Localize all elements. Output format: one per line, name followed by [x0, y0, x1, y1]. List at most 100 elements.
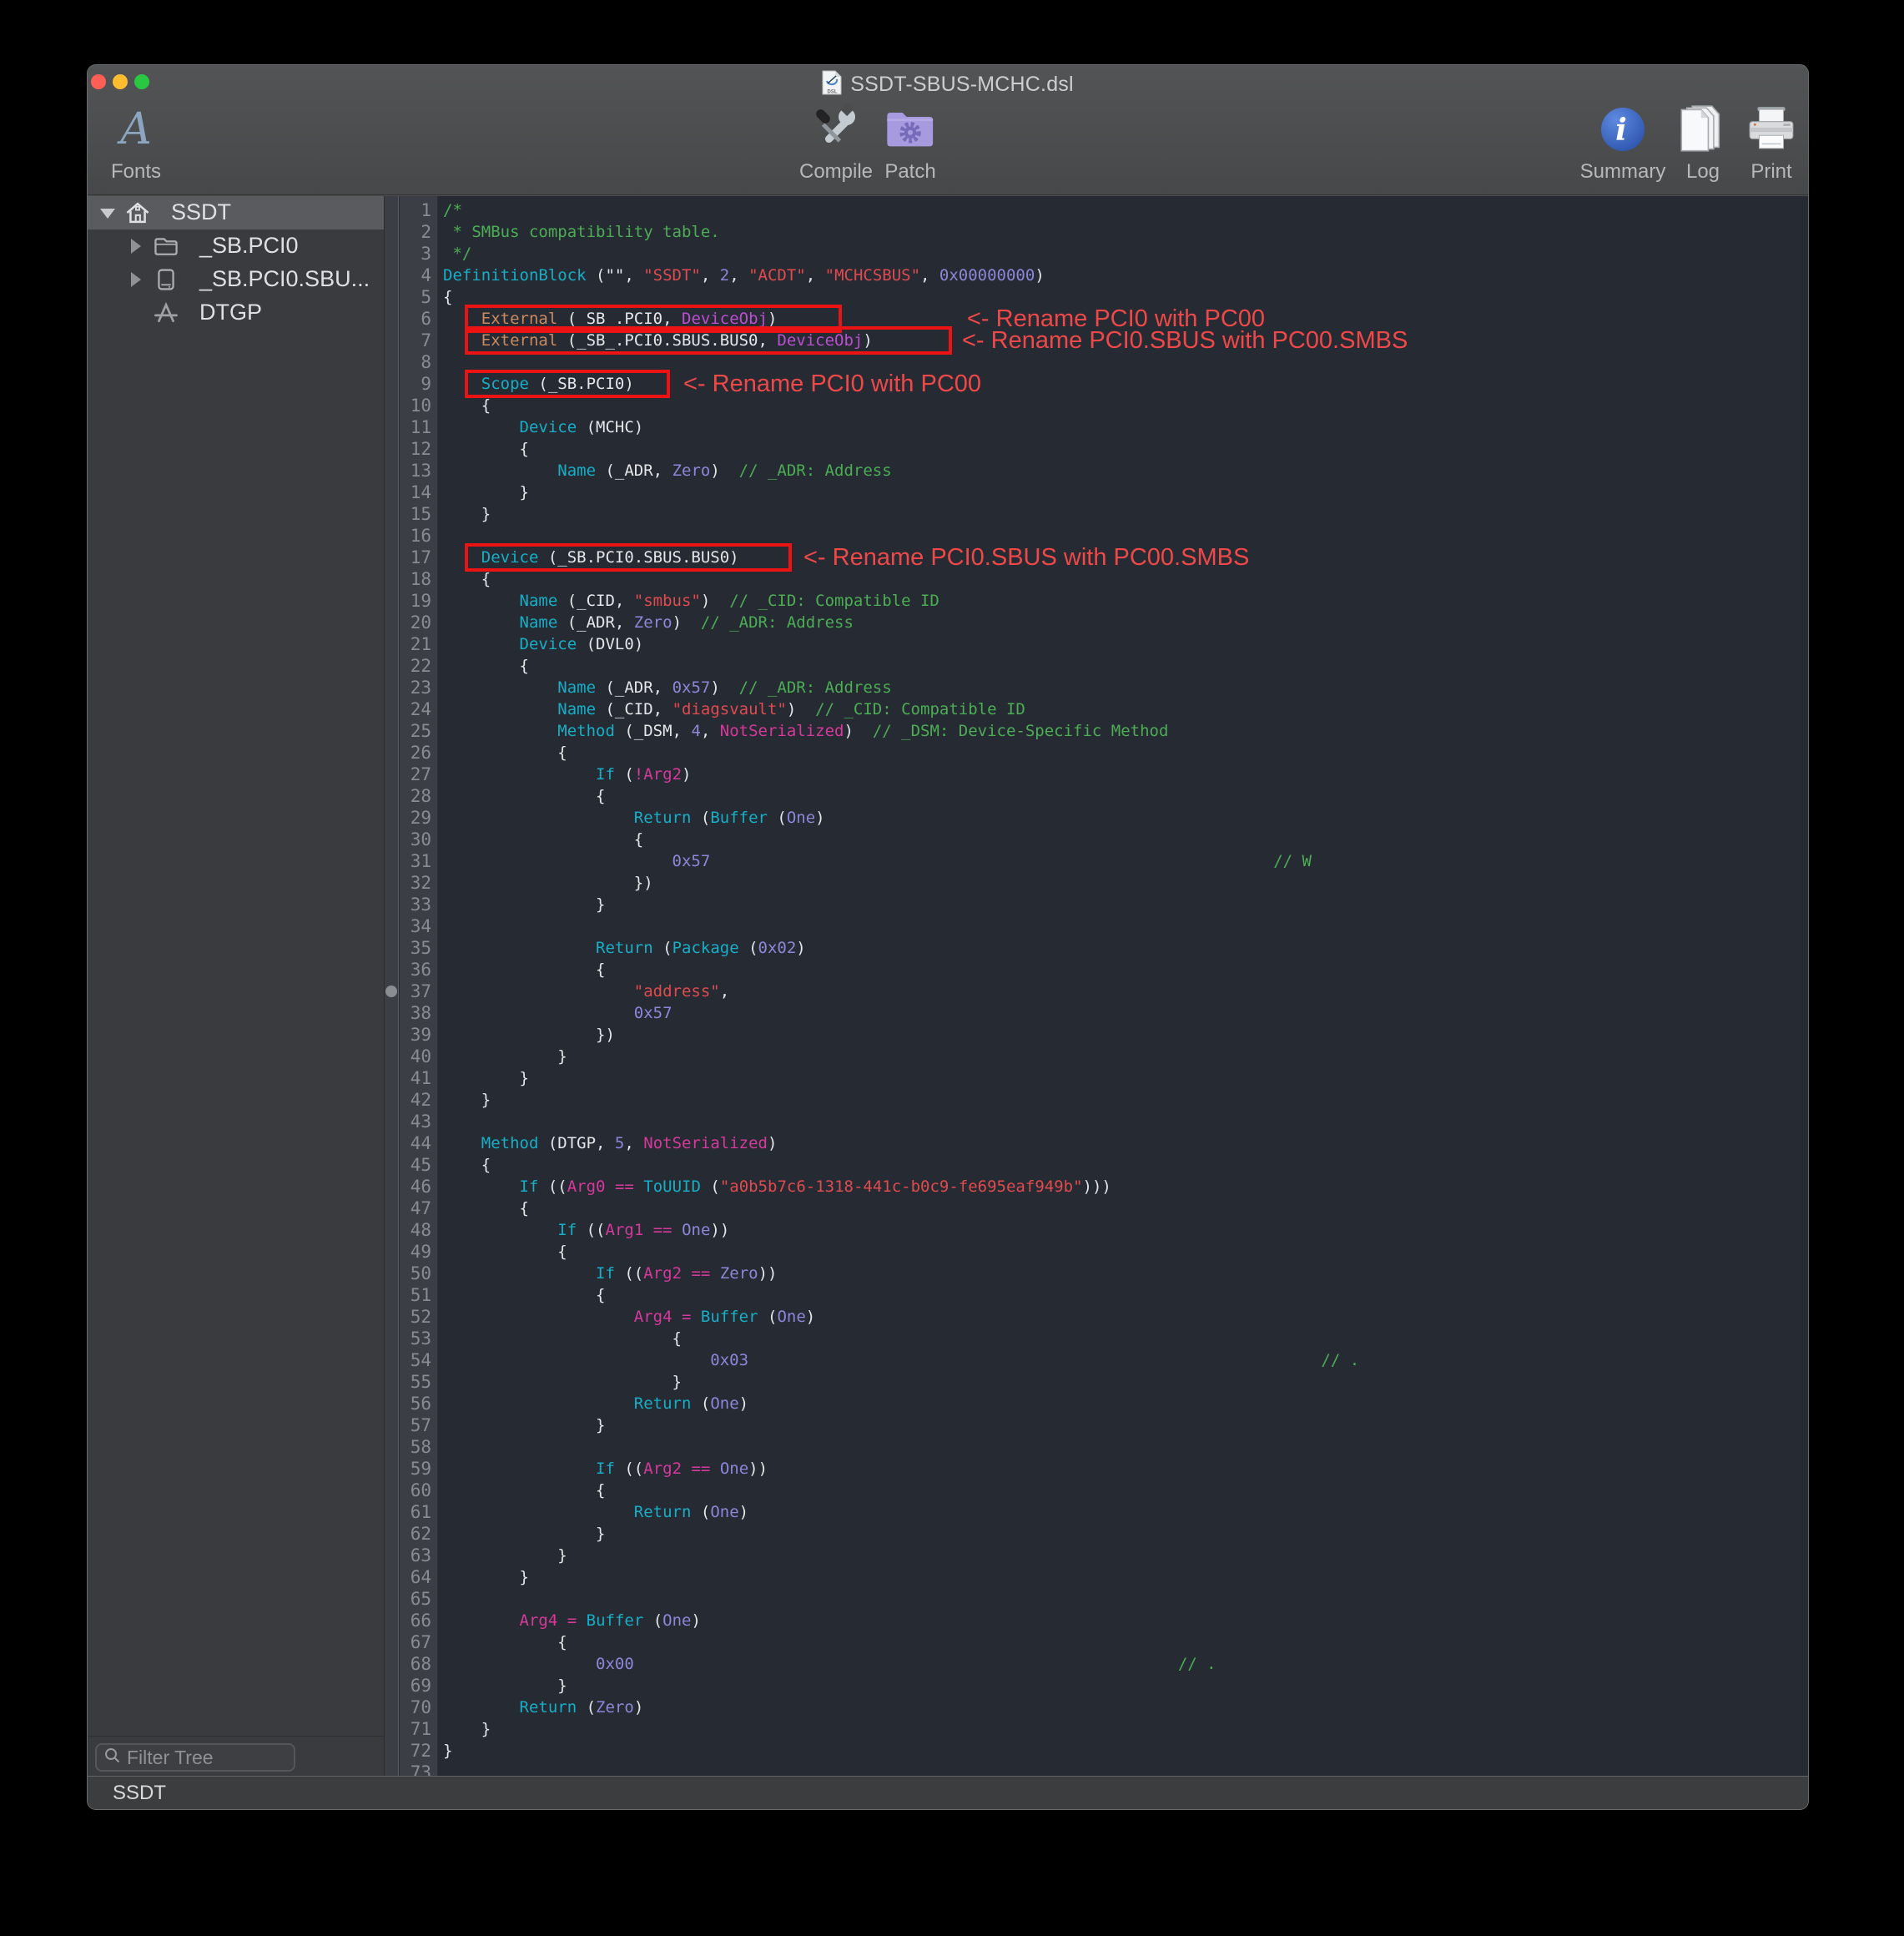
code-line-4[interactable]: DefinitionBlock ("", "SSDT", 2, "ACDT", …	[438, 265, 1808, 286]
code-line-65[interactable]	[438, 1588, 1808, 1610]
code-line-15[interactable]: }	[438, 503, 1808, 525]
line-marker-dot	[385, 986, 397, 997]
code-line-1[interactable]: /*	[438, 199, 1808, 221]
line-number: 37	[400, 981, 431, 1002]
code-line-52[interactable]: Arg4 = Buffer (One)	[438, 1306, 1808, 1328]
code-line-60[interactable]: {	[438, 1480, 1808, 1501]
code-line-34[interactable]	[438, 915, 1808, 937]
tree-item-label: SSDT	[171, 199, 231, 225]
code-line-25[interactable]: Method (_DSM, 4, NotSerialized) // _DSM:…	[438, 720, 1808, 742]
code-line-66[interactable]: Arg4 = Buffer (One)	[438, 1610, 1808, 1631]
code-line-54[interactable]: 0x03 // .	[438, 1349, 1808, 1371]
code-line-69[interactable]: }	[438, 1675, 1808, 1697]
code-line-19[interactable]: Name (_CID, "smbus") // _CID: Compatible…	[438, 590, 1808, 612]
code-line-64[interactable]: }	[438, 1566, 1808, 1588]
dtgp-icon	[153, 300, 179, 332]
code-line-36[interactable]: {	[438, 959, 1808, 981]
code-line-72[interactable]: }	[438, 1740, 1808, 1762]
code-line-51[interactable]: {	[438, 1284, 1808, 1306]
line-number: 4	[400, 265, 431, 286]
ssdt-tree: SSDT _SB.PCI0 _SB.PCI0.SBU...DTGP	[88, 196, 384, 330]
code-line-22[interactable]: {	[438, 655, 1808, 677]
code-line-12[interactable]: {	[438, 438, 1808, 460]
code-line-2[interactable]: * SMBus compatibility table.	[438, 221, 1808, 243]
code-line-61[interactable]: Return (One)	[438, 1501, 1808, 1523]
line-number: 50	[400, 1263, 431, 1284]
sidebar-item--sb-pci0-sbu-[interactable]: _SB.PCI0.SBU...	[88, 263, 384, 296]
code-line-46[interactable]: If ((Arg0 == ToUUID ("a0b5b7c6-1318-441c…	[438, 1176, 1808, 1197]
code-line-31[interactable]: 0x57 // W	[438, 850, 1808, 872]
code-line-29[interactable]: Return (Buffer (One)	[438, 807, 1808, 829]
code-line-58[interactable]	[438, 1436, 1808, 1458]
patch-icon	[884, 102, 936, 157]
code-line-59[interactable]: If ((Arg2 == One))	[438, 1458, 1808, 1480]
code-line-21[interactable]: Device (DVL0)	[438, 633, 1808, 655]
code-line-45[interactable]: {	[438, 1154, 1808, 1176]
sidebar-item--sb-pci0[interactable]: _SB.PCI0	[88, 229, 384, 263]
code-line-47[interactable]: {	[438, 1197, 1808, 1219]
code-editor[interactable]: 1234567891011121314151617181920212223242…	[385, 196, 1808, 1776]
line-number: 72	[400, 1740, 431, 1762]
code-line-56[interactable]: Return (One)	[438, 1393, 1808, 1414]
toolbar-item-patch[interactable]: Patch	[848, 102, 973, 184]
line-number: 31	[400, 850, 431, 872]
code-line-35[interactable]: Return (Package (0x02)	[438, 937, 1808, 959]
code-line-41[interactable]: }	[438, 1067, 1808, 1089]
line-number: 42	[400, 1089, 431, 1111]
code-line-48[interactable]: If ((Arg1 == One))	[438, 1219, 1808, 1241]
line-number: 59	[400, 1458, 431, 1480]
filter-tree-field[interactable]	[95, 1743, 295, 1772]
code-line-26[interactable]: {	[438, 742, 1808, 764]
rename-highlight-box	[465, 370, 670, 398]
code-line-55[interactable]: }	[438, 1371, 1808, 1393]
code-line-53[interactable]: {	[438, 1328, 1808, 1349]
code-line-71[interactable]: }	[438, 1718, 1808, 1740]
code-line-38[interactable]: 0x57	[438, 1002, 1808, 1024]
code-line-67[interactable]: {	[438, 1631, 1808, 1653]
code-line-27[interactable]: If (!Arg2)	[438, 764, 1808, 785]
disclosure-collapsed-icon[interactable]	[131, 239, 141, 254]
code-line-3[interactable]: */	[438, 243, 1808, 265]
source-code[interactable]: /* * SMBus compatibility table. */Defini…	[438, 199, 1808, 1776]
code-line-57[interactable]: }	[438, 1414, 1808, 1436]
code-line-37[interactable]: "address",	[438, 981, 1808, 1002]
line-number: 16	[400, 525, 431, 547]
code-line-63[interactable]: }	[438, 1545, 1808, 1566]
code-line-68[interactable]: 0x00 // .	[438, 1653, 1808, 1675]
code-line-24[interactable]: Name (_CID, "diagsvault") // _CID: Compa…	[438, 698, 1808, 720]
code-line-42[interactable]: }	[438, 1089, 1808, 1111]
code-line-20[interactable]: Name (_ADR, Zero) // _ADR: Address	[438, 612, 1808, 633]
line-number: 7	[400, 330, 431, 351]
sidebar-item-dtgp[interactable]: DTGP	[88, 296, 384, 330]
code-line-23[interactable]: Name (_ADR, 0x57) // _ADR: Address	[438, 677, 1808, 698]
code-line-33[interactable]: }	[438, 894, 1808, 915]
code-line-43[interactable]	[438, 1111, 1808, 1132]
line-number: 44	[400, 1132, 431, 1154]
code-line-28[interactable]: {	[438, 785, 1808, 807]
code-line-14[interactable]: }	[438, 481, 1808, 503]
line-number: 45	[400, 1154, 431, 1176]
line-number: 22	[400, 655, 431, 677]
code-line-73[interactable]	[438, 1762, 1808, 1776]
disclosure-collapsed-icon[interactable]	[131, 272, 141, 287]
code-line-49[interactable]: {	[438, 1241, 1808, 1263]
filter-tree-input[interactable]	[127, 1747, 287, 1769]
line-number: 34	[400, 915, 431, 937]
disclosure-expanded-icon[interactable]	[100, 209, 115, 219]
sidebar-item-ssdt[interactable]: SSDT	[88, 196, 384, 229]
code-line-30[interactable]: {	[438, 829, 1808, 850]
code-line-32[interactable]: })	[438, 872, 1808, 894]
toolbar-item-print[interactable]: Print	[1709, 102, 1809, 184]
line-number: 41	[400, 1067, 431, 1089]
code-line-13[interactable]: Name (_ADR, Zero) // _ADR: Address	[438, 460, 1808, 481]
toolbar-item-fonts[interactable]: A Fonts	[87, 102, 199, 184]
code-line-11[interactable]: Device (MCHC)	[438, 416, 1808, 438]
code-line-50[interactable]: If ((Arg2 == Zero))	[438, 1263, 1808, 1284]
code-line-44[interactable]: Method (DTGP, 5, NotSerialized)	[438, 1132, 1808, 1154]
code-line-62[interactable]: }	[438, 1523, 1808, 1545]
code-line-70[interactable]: Return (Zero)	[438, 1697, 1808, 1718]
code-line-39[interactable]: })	[438, 1024, 1808, 1046]
code-line-40[interactable]: }	[438, 1046, 1808, 1067]
line-number: 43	[400, 1111, 431, 1132]
tree-item-label: _SB.PCI0	[199, 233, 299, 259]
